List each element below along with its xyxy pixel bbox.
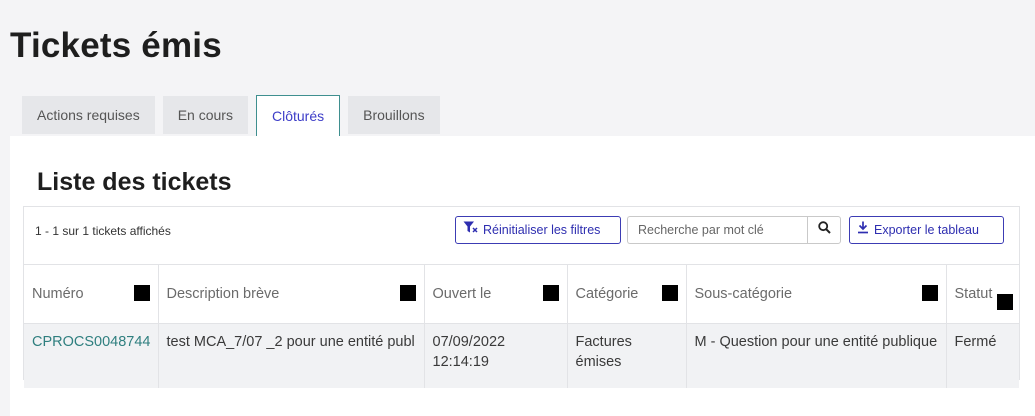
- cell-ouvert-le: 07/09/2022 12:14:19: [424, 323, 568, 388]
- export-table-button[interactable]: Exporter le tableau: [849, 216, 1004, 244]
- page-title: Tickets émis: [10, 26, 222, 65]
- tab-brouillons[interactable]: Brouillons: [348, 96, 440, 134]
- tab-clotures[interactable]: Clôturés: [255, 95, 341, 136]
- column-header-description[interactable]: Description brève: [158, 264, 425, 324]
- list-title: Liste des tickets: [37, 168, 232, 196]
- tickets-panel: Liste des tickets 1 - 1 sur 1 tickets af…: [10, 136, 1035, 416]
- column-label: Description brève: [166, 286, 280, 302]
- search-input[interactable]: [627, 216, 807, 244]
- column-label: Sous-catégorie: [694, 286, 793, 302]
- download-icon: [857, 217, 869, 243]
- tab-bar: Actions requises En cours Clôturés Broui…: [22, 95, 448, 136]
- ticket-count: 1 - 1 sur 1 tickets affichés: [35, 224, 171, 238]
- reset-filters-button[interactable]: Réinitialiser les filtres: [455, 216, 621, 244]
- tickets-table: Numéro Description brève Ouvert le Catég…: [24, 264, 1019, 388]
- column-header-sous-categorie[interactable]: Sous-catégorie: [686, 264, 947, 324]
- column-header-numero[interactable]: Numéro: [24, 264, 159, 324]
- sort-icon[interactable]: [661, 285, 678, 301]
- tab-actions-requises[interactable]: Actions requises: [22, 96, 155, 134]
- ticket-number-link[interactable]: CPROCS0048744: [32, 334, 151, 350]
- table-row: CPROCS0048744 test MCA_7/07 _2 pour une …: [24, 323, 1019, 388]
- tickets-table-container: 1 - 1 sur 1 tickets affichés Réinitialis…: [23, 206, 1020, 388]
- cell-categorie: Factures émises: [567, 323, 687, 388]
- cell-statut: Fermé: [946, 323, 1019, 388]
- sort-icon[interactable]: [921, 285, 938, 301]
- sort-icon[interactable]: [133, 285, 150, 301]
- table-header-row: Numéro Description brève Ouvert le Catég…: [24, 264, 1019, 324]
- cell-numero: CPROCS0048744: [24, 323, 159, 388]
- reset-filters-label: Réinitialiser les filtres: [483, 223, 601, 237]
- column-label: Statut: [954, 286, 993, 302]
- cell-description: test MCA_7/07 _2 pour une entité publ: [158, 323, 425, 388]
- column-label: Catégorie: [575, 286, 639, 302]
- column-header-categorie[interactable]: Catégorie: [567, 264, 687, 324]
- column-header-ouvert-le[interactable]: Ouvert le: [424, 264, 568, 324]
- column-label: Ouvert le: [432, 286, 492, 302]
- sort-icon[interactable]: [399, 285, 416, 301]
- sort-icon[interactable]: [542, 285, 559, 301]
- cell-sous-categorie: M - Question pour une entité publique: [686, 323, 947, 388]
- search-button[interactable]: [807, 216, 841, 244]
- column-label: Numéro: [32, 286, 84, 302]
- sort-icon[interactable]: [997, 294, 1013, 310]
- column-header-statut[interactable]: Statut: [946, 264, 1019, 324]
- table-toolbar: 1 - 1 sur 1 tickets affichés Réinitialis…: [24, 207, 1019, 263]
- export-table-label: Exporter le tableau: [874, 223, 979, 237]
- filter-reset-icon: [463, 217, 478, 243]
- tab-en-cours[interactable]: En cours: [162, 96, 248, 134]
- search-icon: [817, 221, 831, 239]
